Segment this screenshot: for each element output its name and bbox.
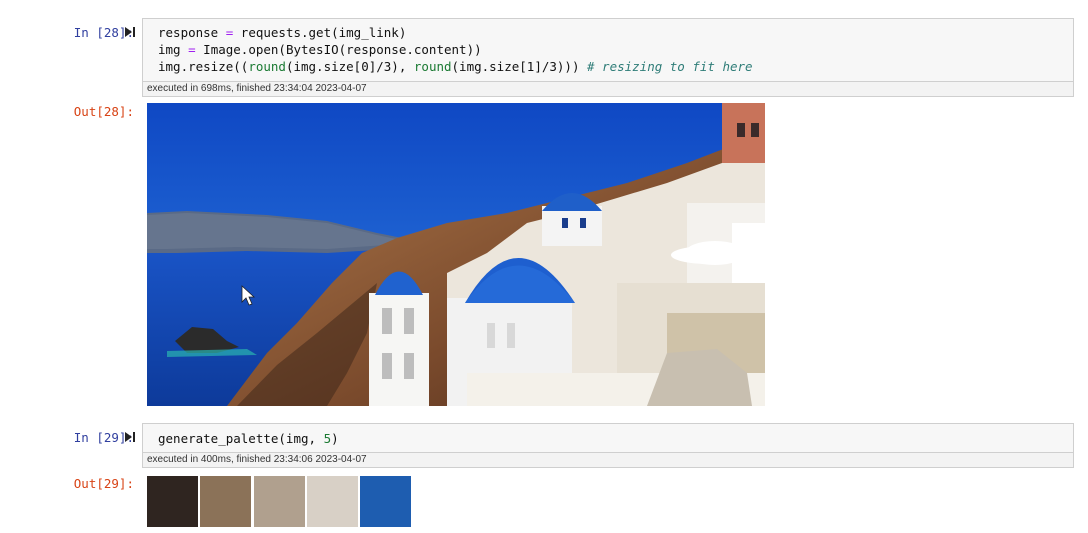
palette-swatch <box>360 476 412 527</box>
code-line: response = requests.get(img_link) <box>158 25 407 40</box>
palette-swatch <box>200 476 252 527</box>
execution-info-29: executed in 400ms, finished 23:34:06 202… <box>142 452 1074 468</box>
out-prompt-29: Out[29]: <box>73 476 134 491</box>
run-cell-icon[interactable] <box>124 26 136 38</box>
code-cell-28[interactable]: response = requests.get(img_link) img = … <box>142 18 1074 82</box>
code-line: img = Image.open(BytesIO(response.conten… <box>158 42 482 57</box>
in-prompt-28: In [28]: <box>73 25 134 40</box>
out-prompt-28: Out[28]: <box>73 104 134 119</box>
run-cell-icon[interactable] <box>124 431 136 443</box>
palette-swatch <box>147 476 198 527</box>
image-output <box>147 103 765 406</box>
in-prompt-29: In [29]: <box>73 430 134 445</box>
code-line: generate_palette(img, 5) <box>158 431 339 446</box>
code-line: img.resize((round(img.size[0]/3), round(… <box>158 59 753 74</box>
palette-swatch <box>306 476 358 527</box>
code-cell-29[interactable]: generate_palette(img, 5) <box>142 423 1074 453</box>
execution-info-28: executed in 698ms, finished 23:34:04 202… <box>142 81 1074 97</box>
palette-swatch <box>253 476 305 527</box>
